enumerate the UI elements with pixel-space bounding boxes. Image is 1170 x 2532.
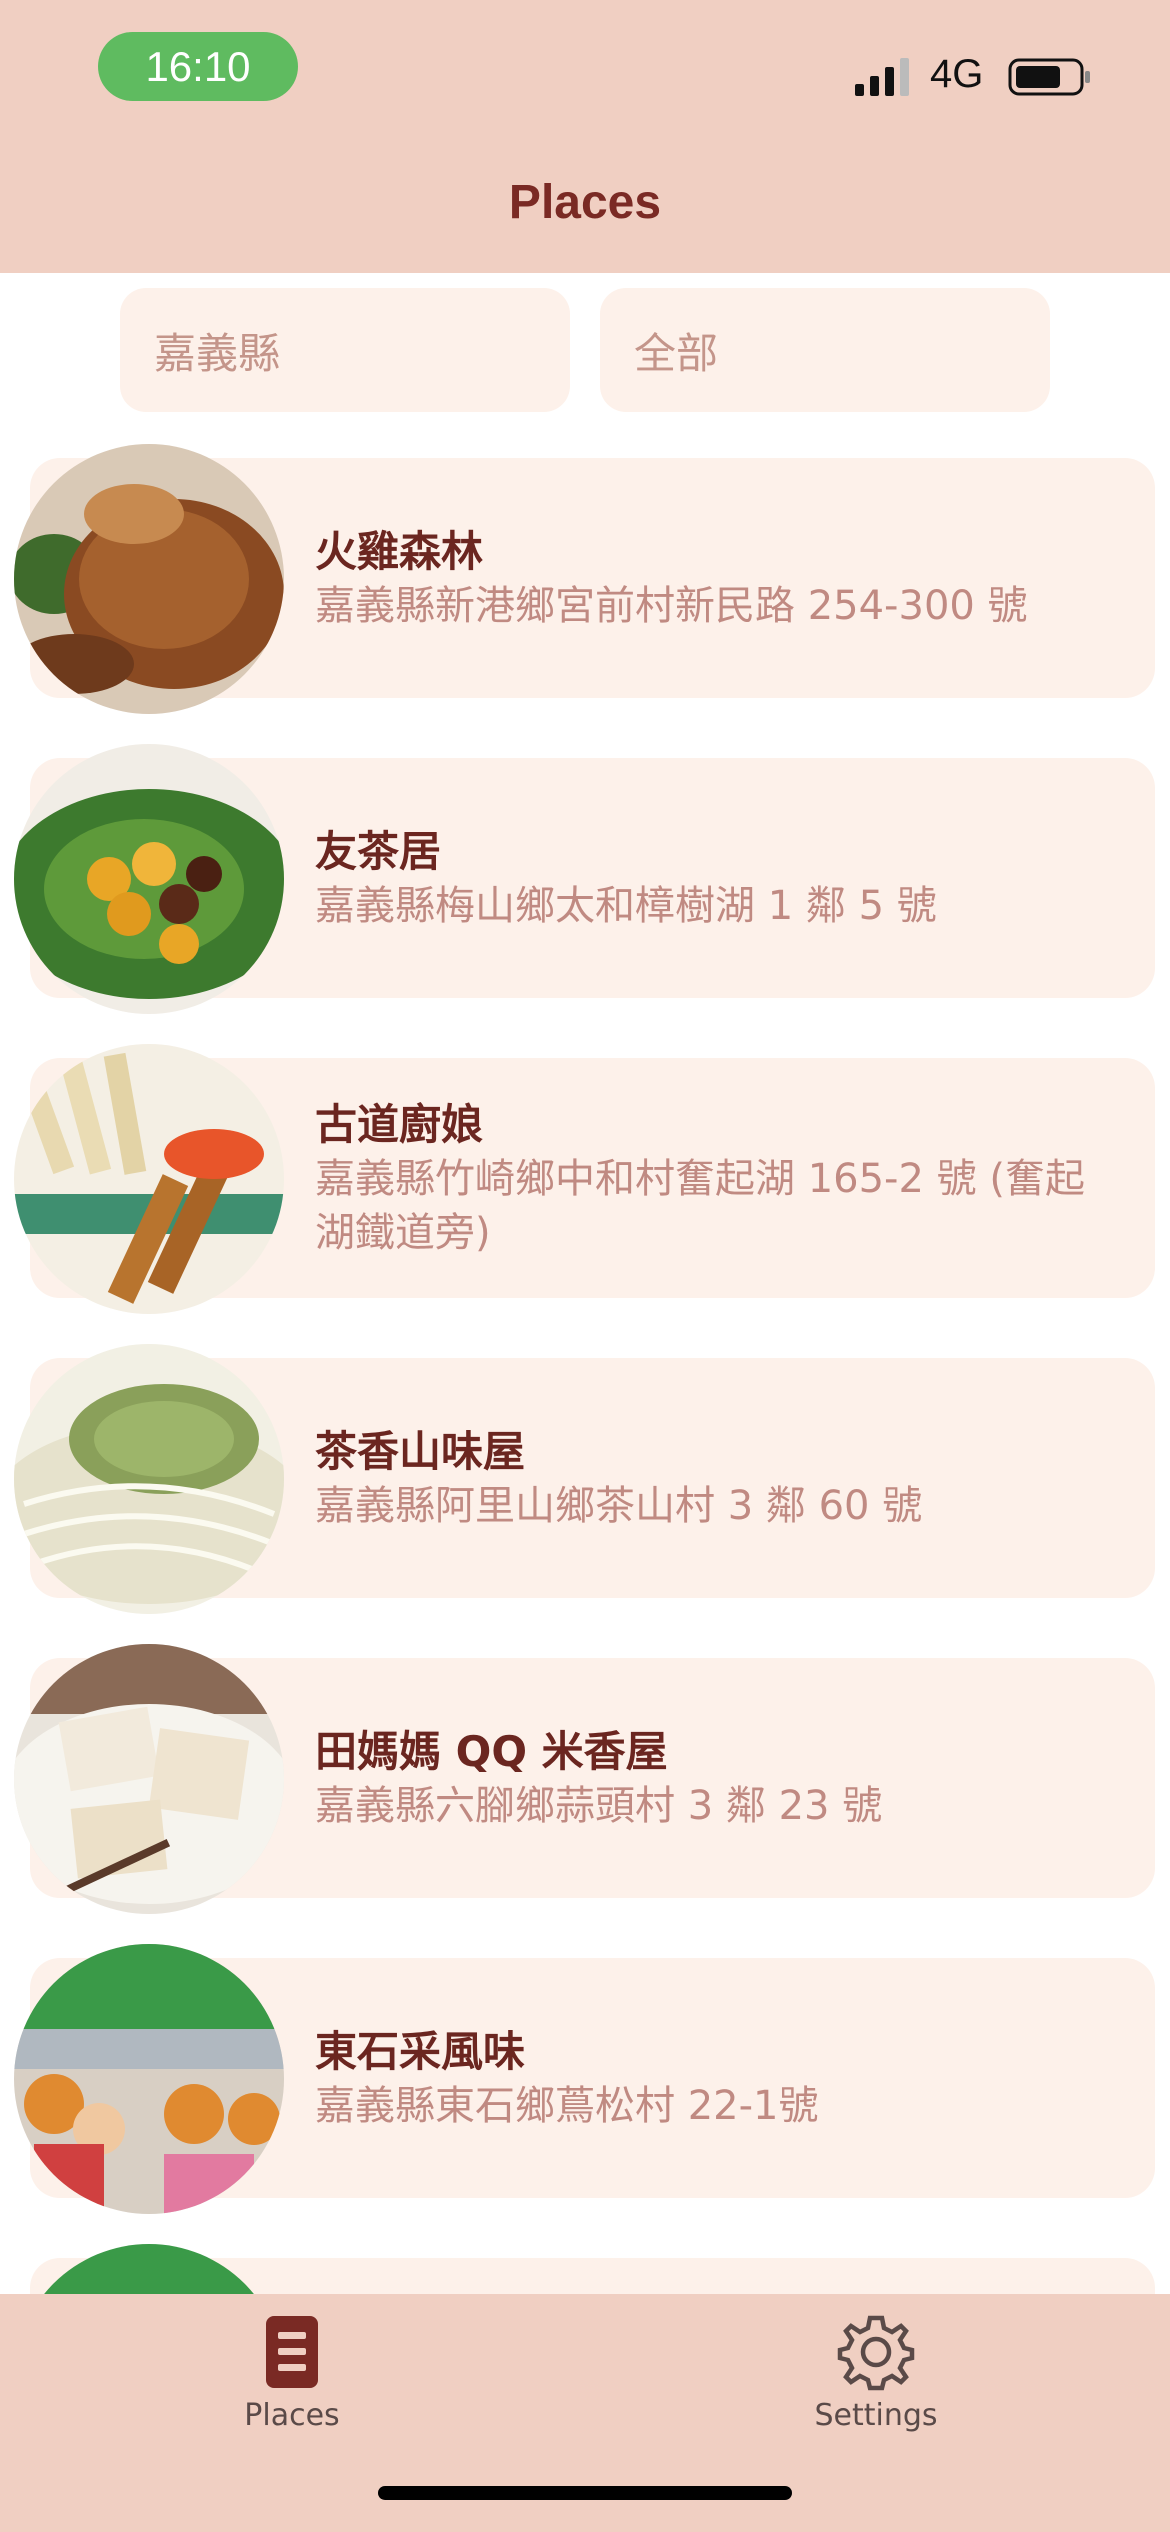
place-name: 茶香山味屋 xyxy=(315,1427,526,1476)
place-name: 古道廚娘 xyxy=(315,1100,484,1149)
place-name: 火雞森林 xyxy=(315,527,484,576)
top-bar: 16:10 4G Places xyxy=(0,0,1170,273)
tab-places-label: Places xyxy=(244,2398,340,2433)
battery-icon xyxy=(1008,58,1090,96)
place-text: 古道廚娘 嘉義縣竹崎鄉中和村奮起湖 165-2 號 (奮起湖鐵道旁) xyxy=(315,1044,1115,1314)
place-name: 東石采風味 xyxy=(315,2027,526,2076)
tab-settings[interactable]: Settings xyxy=(746,2312,1006,2452)
tab-settings-label: Settings xyxy=(814,2398,938,2433)
list-item[interactable]: 火雞森林 嘉義縣新港鄉宮前村新民路 254-300 號 xyxy=(0,444,1170,714)
place-photo-bamboo-shoots xyxy=(14,1044,284,1314)
tab-places[interactable]: Places xyxy=(162,2312,422,2452)
place-text: 田媽媽 QQ 米香屋 嘉義縣六腳鄉蒜頭村 3 鄰 23 號 xyxy=(315,1644,1115,1914)
place-text: 茶香山味屋 嘉義縣阿里山鄉茶山村 3 鄰 60 號 xyxy=(315,1344,1115,1614)
place-text: 友茶居 嘉義縣梅山鄉太和樟樹湖 1 鄰 5 號 xyxy=(315,744,1115,1014)
place-name: 友茶居 xyxy=(315,827,442,876)
place-address: 嘉義縣六腳鄉蒜頭村 3 鄰 23 號 xyxy=(315,1783,883,1829)
list-item[interactable]: 友茶居 嘉義縣梅山鄉太和樟樹湖 1 鄰 5 號 xyxy=(0,744,1170,1014)
place-text: 火雞森林 嘉義縣新港鄉宮前村新民路 254-300 號 xyxy=(315,444,1115,714)
place-address: 嘉義縣阿里山鄉茶山村 3 鄰 60 號 xyxy=(315,1483,923,1529)
page-title: Places xyxy=(508,176,662,229)
gear-icon xyxy=(837,2315,915,2391)
place-address: 嘉義縣竹崎鄉中和村奮起湖 165-2 號 (奮起湖鐵道旁) xyxy=(315,1156,1085,1256)
home-indicator[interactable] xyxy=(378,2486,792,2500)
place-photo-mushroom-dish xyxy=(14,744,284,1014)
place-name: 田媽媽 QQ 米香屋 xyxy=(315,1727,668,1776)
place-address: 嘉義縣東石鄉蔦松村 22-1號 xyxy=(315,2083,819,2129)
list-item[interactable]: 茶香山味屋 嘉義縣阿里山鄉茶山村 3 鄰 60 號 xyxy=(0,1344,1170,1614)
place-address: 嘉義縣新港鄉宮前村新民路 254-300 號 xyxy=(315,583,1028,629)
places-screen: 16:10 4G Places 嘉義縣 全部 火雞森林 嘉義縣新港鄉宮前村新民路… xyxy=(0,0,1170,2532)
list-document-icon xyxy=(266,2316,318,2388)
list-item[interactable]: 東石采風味 嘉義縣東石鄉蔦松村 22-1號 xyxy=(0,1944,1170,2214)
list-item[interactable]: 古道廚娘 嘉義縣竹崎鄉中和村奮起湖 165-2 號 (奮起湖鐵道旁) xyxy=(0,1044,1170,1314)
county-filter[interactable]: 嘉義縣 xyxy=(120,288,570,412)
network-type: 4G xyxy=(930,52,984,96)
cellular-signal-icon xyxy=(855,58,909,96)
place-photo-bean-sprouts xyxy=(14,1344,284,1614)
place-text: 東石采風味 嘉義縣東石鄉蔦松村 22-1號 xyxy=(315,1944,1115,2214)
list-item[interactable]: 田媽媽 QQ 米香屋 嘉義縣六腳鄉蒜頭村 3 鄰 23 號 xyxy=(0,1644,1170,1914)
status-time: 16:10 xyxy=(98,32,298,101)
place-photo-shop-staff xyxy=(14,1944,284,2214)
place-photo-rice-cake xyxy=(14,1644,284,1914)
place-address: 嘉義縣梅山鄉太和樟樹湖 1 鄰 5 號 xyxy=(315,883,937,929)
category-filter[interactable]: 全部 xyxy=(600,288,1050,412)
place-photo-turkey xyxy=(14,444,284,714)
